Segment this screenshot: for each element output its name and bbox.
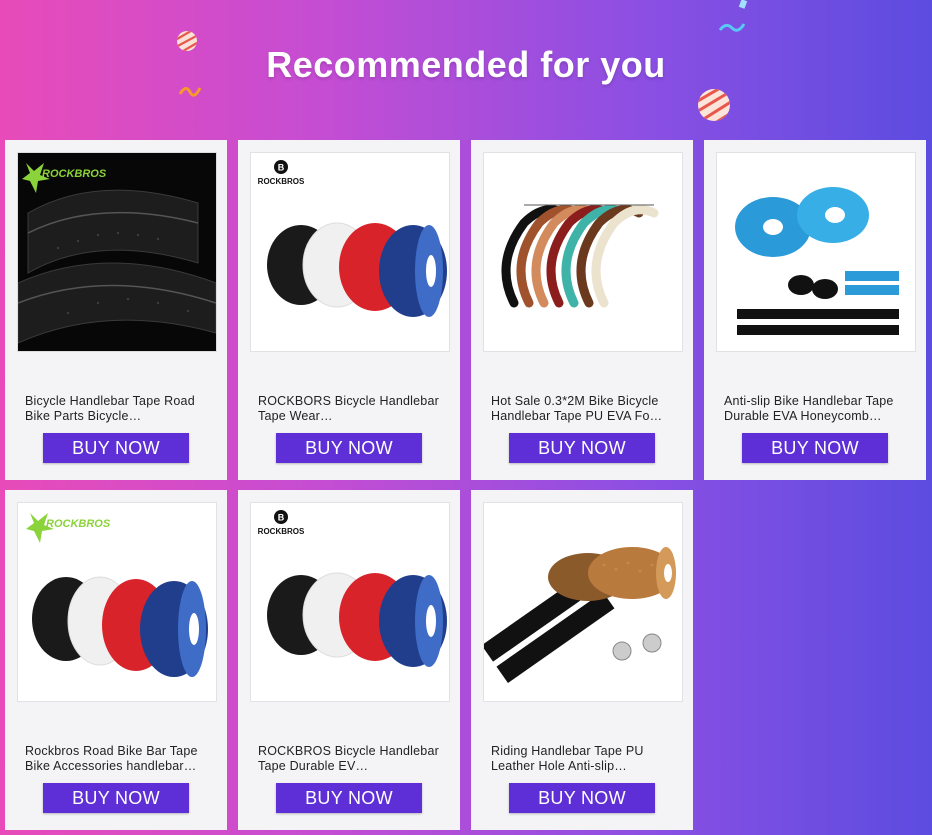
product-card[interactable]: Riding Handlebar Tape PU Leather Hole An… <box>471 490 693 830</box>
page-title: Recommended for you <box>266 44 666 85</box>
product-image[interactable]: B ROCKBROS <box>250 152 450 352</box>
product-card[interactable]: ROCKBROS Rockbros Road Bike Bar Tape Bik… <box>5 490 227 830</box>
product-image[interactable] <box>483 152 683 352</box>
svg-text:ROCKBROS: ROCKBROS <box>46 518 111 530</box>
svg-text:ROCKBROS: ROCKBROS <box>258 177 305 186</box>
svg-text:ROCKBROS: ROCKBROS <box>258 527 305 536</box>
product-image[interactable]: ROCKBROS <box>17 502 217 702</box>
product-image[interactable]: B ROCKBROS <box>250 502 450 702</box>
buy-now-button[interactable]: BUY NOW <box>509 783 655 813</box>
product-name[interactable]: Riding Handlebar Tape PU Leather Hole An… <box>491 744 675 774</box>
buy-now-button[interactable]: BUY NOW <box>276 433 422 463</box>
product-image[interactable]: ROCKBROS <box>17 152 217 352</box>
buy-now-button[interactable]: BUY NOW <box>43 433 189 463</box>
product-card[interactable]: B ROCKBROS ROCKBROS Bicycle Handlebar Ta… <box>238 490 460 830</box>
product-name[interactable]: ROCKBORS Bicycle Handlebar Tape Wear… <box>258 394 442 424</box>
confetti-icon <box>718 0 748 32</box>
product-name[interactable]: Bicycle Handlebar Tape Road Bike Parts B… <box>25 394 209 424</box>
product-name[interactable]: Anti-slip Bike Handlebar Tape Durable EV… <box>724 394 908 424</box>
product-image[interactable] <box>483 502 683 702</box>
product-card[interactable]: B ROCKBROS ROCKBORS Bicycle Handlebar Ta… <box>238 140 460 480</box>
confetti-icon <box>178 87 202 97</box>
svg-text:B: B <box>278 513 285 523</box>
product-name[interactable]: Hot Sale 0.3*2M Bike Bicycle Handlebar T… <box>491 394 675 424</box>
product-image[interactable] <box>716 152 916 352</box>
buy-now-button[interactable]: BUY NOW <box>509 433 655 463</box>
striped-ball-icon <box>177 31 197 51</box>
product-name[interactable]: Rockbros Road Bike Bar Tape Bike Accesso… <box>25 744 209 774</box>
product-card[interactable]: Hot Sale 0.3*2M Bike Bicycle Handlebar T… <box>471 140 693 480</box>
svg-text:B: B <box>278 163 285 173</box>
buy-now-button[interactable]: BUY NOW <box>742 433 888 463</box>
buy-now-button[interactable]: BUY NOW <box>43 783 189 813</box>
buy-now-button[interactable]: BUY NOW <box>276 783 422 813</box>
product-card[interactable]: Anti-slip Bike Handlebar Tape Durable EV… <box>704 140 926 480</box>
striped-ball-icon <box>698 89 730 121</box>
product-name[interactable]: ROCKBROS Bicycle Handlebar Tape Durable … <box>258 744 442 774</box>
product-card[interactable]: ROCKBROS Bicycle Handlebar Tape Road Bik… <box>5 140 227 480</box>
svg-text:ROCKBROS: ROCKBROS <box>42 168 107 180</box>
